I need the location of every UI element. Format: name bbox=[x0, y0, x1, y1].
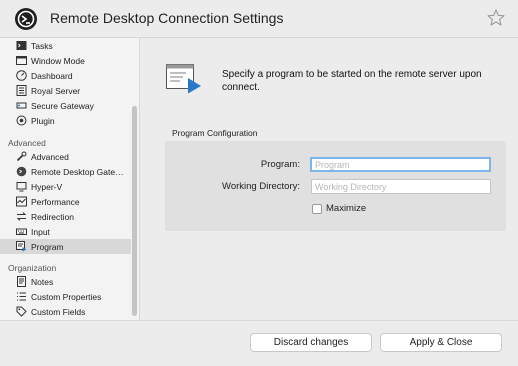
sidebar-item-custom-fields[interactable]: Custom Fields bbox=[0, 304, 131, 319]
sidebar-item-label: Input bbox=[31, 226, 50, 237]
sidebar-item-window-mode[interactable]: Window Mode bbox=[0, 53, 131, 68]
sidebar-item-plugin[interactable]: Plugin bbox=[0, 113, 131, 128]
sidebar-item-label: Remote Desktop Gate… bbox=[31, 166, 124, 177]
notes-icon bbox=[17, 276, 26, 287]
sidebar-item-label: Redirection bbox=[31, 211, 74, 222]
sidebar-item-hyper-v[interactable]: Hyper-V bbox=[0, 179, 131, 194]
sidebar-scrollbar[interactable] bbox=[132, 106, 137, 316]
list-icon bbox=[17, 292, 26, 301]
program-label: Program: bbox=[260, 159, 300, 170]
sidebar-item-label: Custom Properties bbox=[31, 291, 102, 302]
window-title: Remote Desktop Connection Settings bbox=[50, 10, 284, 26]
sidebar-item-performance[interactable]: Performance bbox=[0, 194, 131, 209]
redirection-icon bbox=[16, 212, 27, 221]
sidebar-item-label: Hyper-V bbox=[31, 181, 63, 192]
sidebar-item-dashboard[interactable]: Dashboard bbox=[0, 68, 131, 83]
sidebar-item-tasks[interactable]: Tasks bbox=[0, 38, 131, 53]
program-input[interactable] bbox=[310, 157, 491, 172]
program-icon bbox=[166, 64, 201, 94]
sidebar-item-royal-server[interactable]: Royal Server bbox=[0, 83, 131, 98]
sidebar-item-label: Window Mode bbox=[31, 55, 85, 66]
apply-close-button[interactable]: Apply & Close bbox=[380, 333, 502, 352]
sidebar-section-organization: Organization bbox=[8, 263, 57, 273]
sidebar-item-label: Royal Server bbox=[31, 85, 81, 96]
main-panel: Specify a program to be started on the r… bbox=[140, 38, 518, 320]
program-icon bbox=[16, 241, 27, 252]
sidebar-section-advanced: Advanced bbox=[8, 138, 46, 148]
sidebar-item-advanced[interactable]: Advanced bbox=[0, 149, 131, 164]
sidebar-item-notes[interactable]: Notes bbox=[0, 274, 131, 289]
window-icon bbox=[16, 56, 27, 65]
group-title: Program Configuration bbox=[172, 128, 258, 138]
title-bar: Remote Desktop Connection Settings bbox=[0, 0, 518, 38]
tag-icon bbox=[16, 306, 27, 317]
sidebar-item-label: Program bbox=[31, 241, 64, 252]
performance-icon bbox=[16, 196, 27, 207]
input-icon bbox=[16, 228, 27, 235]
sidebar-item-label: Tasks bbox=[31, 40, 53, 51]
dashboard-icon bbox=[16, 70, 27, 81]
sidebar-item-redirection[interactable]: Redirection bbox=[0, 209, 131, 224]
footer-bar: Discard changes Apply & Close bbox=[0, 320, 518, 366]
sidebar-item-label: Custom Fields bbox=[31, 306, 86, 317]
sidebar-item-label: Advanced bbox=[31, 151, 69, 162]
hyperv-icon bbox=[16, 182, 27, 192]
maximize-checkbox[interactable] bbox=[312, 204, 322, 214]
sidebar-item-label: Dashboard bbox=[31, 70, 73, 81]
maximize-label: Maximize bbox=[326, 203, 367, 214]
gateway-icon bbox=[16, 102, 27, 109]
sidebar-item-custom-properties[interactable]: Custom Properties bbox=[0, 289, 131, 304]
sidebar-item-remote-desktop-gateway[interactable]: Remote Desktop Gate… bbox=[0, 164, 131, 179]
sidebar-item-input[interactable]: Input bbox=[0, 224, 131, 239]
sidebar-item-label: Plugin bbox=[31, 115, 55, 126]
sidebar-item-program[interactable]: Program bbox=[0, 239, 131, 254]
working-directory-input[interactable] bbox=[311, 179, 491, 194]
terminal-icon bbox=[16, 41, 27, 50]
rd-gateway-icon bbox=[16, 166, 27, 177]
sidebar-item-label: Secure Gateway bbox=[31, 100, 94, 111]
discard-changes-button[interactable]: Discard changes bbox=[250, 333, 372, 352]
sidebar-item-label: Performance bbox=[31, 196, 80, 207]
tools-icon bbox=[16, 151, 27, 162]
sidebar-item-label: Notes bbox=[31, 276, 54, 287]
plugin-icon bbox=[16, 115, 27, 126]
server-icon bbox=[16, 85, 27, 96]
remote-desktop-app-icon bbox=[15, 8, 37, 30]
star-icon[interactable] bbox=[486, 8, 506, 28]
working-directory-label: Working Directory: bbox=[222, 181, 300, 192]
sidebar-item-secure-gateway[interactable]: Secure Gateway bbox=[0, 98, 131, 113]
page-description: Specify a program to be started on the r… bbox=[222, 69, 482, 93]
sidebar: Tasks Window Mode Dashboard Royal Server… bbox=[0, 38, 140, 320]
